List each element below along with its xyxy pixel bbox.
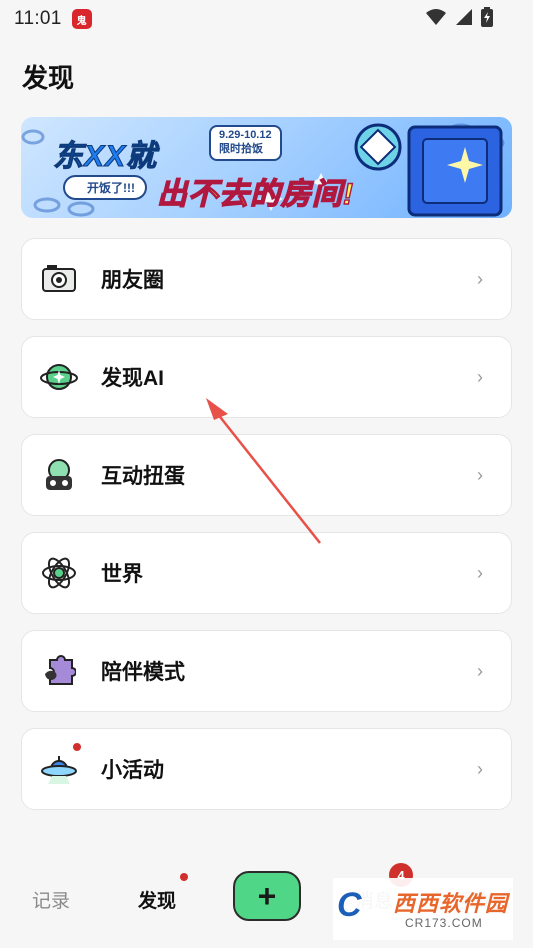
signal-icon	[456, 9, 472, 25]
banner-date-range: 9.29-10.12	[219, 129, 272, 141]
menu-item-label: 互动扭蛋	[101, 465, 185, 488]
menu-item-discover-ai[interactable]: 发现AI ›	[21, 336, 512, 418]
menu-item-gacha[interactable]: 互动扭蛋 ›	[21, 434, 512, 516]
banner-date-badge: 9.29-10.12 限时拾饭	[209, 125, 282, 161]
discover-unread-dot	[180, 873, 188, 881]
tab-records[interactable]: 记录	[32, 886, 70, 913]
menu-item-label: 朋友圈	[101, 269, 164, 292]
page-title: 发现	[22, 63, 75, 93]
ufo-icon	[39, 743, 81, 789]
menu-item-label: 小活动	[101, 759, 164, 782]
status-bar: 11:01 鬼	[0, 0, 533, 38]
banner-title: 东XX就	[52, 140, 158, 174]
watermark-site: CR173.COM	[405, 916, 483, 930]
menu-item-label: 陪伴模式	[101, 661, 185, 684]
menu-item-moments[interactable]: 朋友圈 ›	[21, 238, 512, 320]
wifi-icon	[426, 9, 446, 25]
camera-icon	[39, 259, 79, 299]
puzzle-icon	[39, 651, 79, 691]
planet-icon	[39, 357, 79, 397]
watermark-name: 西西软件园	[393, 891, 509, 916]
watermark-logo: C	[337, 886, 362, 924]
menu-item-mini-events[interactable]: 小活动 ›	[21, 728, 512, 810]
chevron-right-icon: ›	[477, 660, 483, 681]
menu-item-label: 发现AI	[101, 367, 164, 390]
atom-icon	[39, 553, 79, 593]
chevron-right-icon: ›	[477, 464, 483, 485]
unread-dot	[73, 743, 81, 751]
menu-item-companion-mode[interactable]: 陪伴模式 ›	[21, 630, 512, 712]
promo-banner[interactable]: 东XX就 9.29-10.12 限时拾饭 开饭了!!! 出不去的房间!	[21, 117, 512, 218]
status-indicators	[425, 7, 493, 27]
menu-item-label: 世界	[101, 563, 143, 586]
create-button[interactable]: +	[233, 871, 301, 921]
gacha-icon	[39, 455, 79, 495]
menu-item-world[interactable]: 世界 ›	[21, 532, 512, 614]
battery-icon	[481, 7, 493, 27]
banner-sticker: 开饭了!!!	[63, 175, 147, 200]
watermark: C 西西软件园 CR173.COM	[333, 878, 513, 940]
chevron-right-icon: ›	[477, 562, 483, 583]
banner-date-caption: 限时拾饭	[219, 142, 263, 155]
chevron-right-icon: ›	[477, 268, 483, 289]
chevron-right-icon: ›	[477, 366, 483, 387]
app-notification-icon: 鬼	[71, 9, 92, 29]
plus-icon: +	[257, 878, 277, 914]
chevron-right-icon: ›	[477, 758, 483, 779]
tab-discover[interactable]: 发现	[138, 886, 176, 913]
status-time: 11:01	[14, 8, 62, 29]
banner-headline: 出不去的房间!	[156, 177, 354, 211]
